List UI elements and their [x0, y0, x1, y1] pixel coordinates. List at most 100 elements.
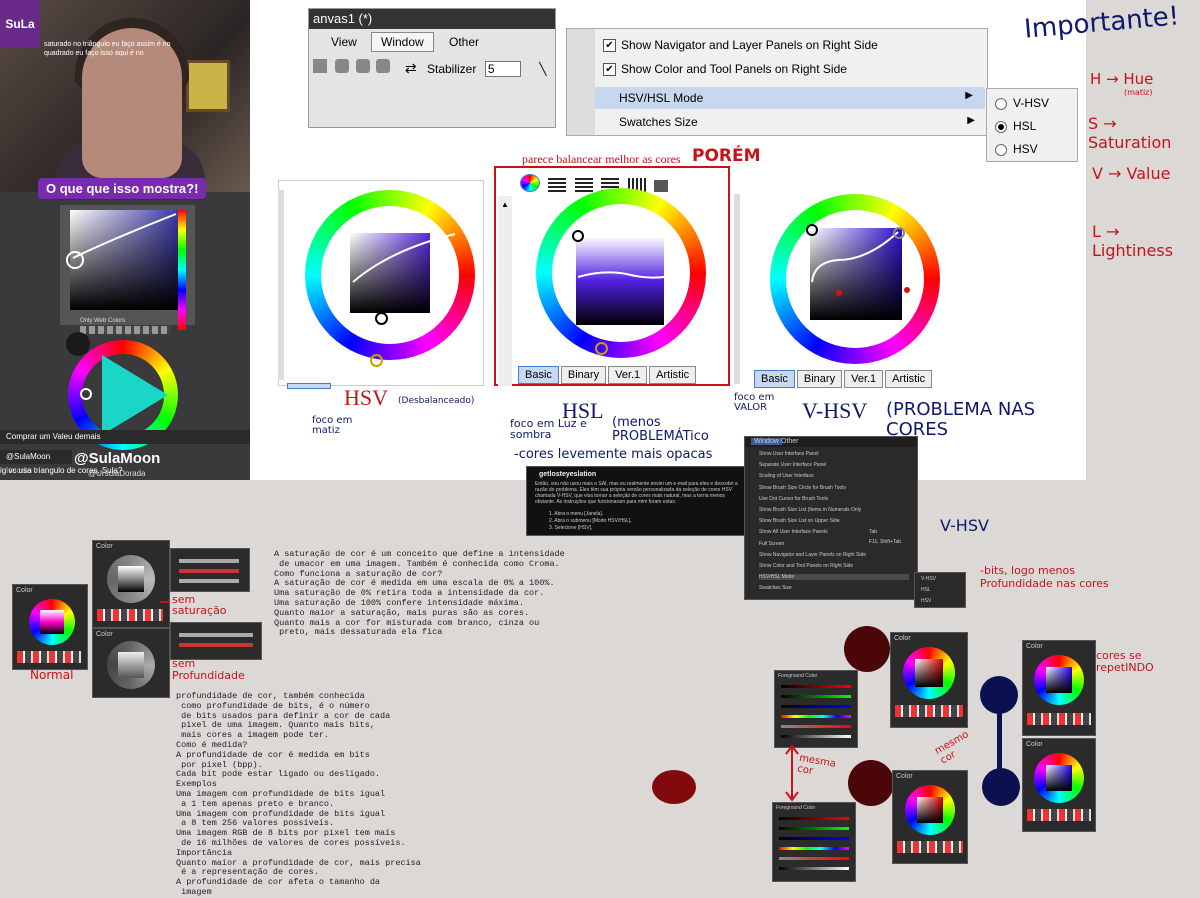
dark-menu-item[interactable]: Swatches Size: [759, 585, 792, 591]
dark-menu-item[interactable]: Scaling of User Interface: [759, 473, 814, 479]
panel-scrollbar[interactable]: ▲: [498, 196, 512, 386]
submenu-vhsv[interactable]: V-HSV: [995, 96, 1049, 110]
menu-other[interactable]: Other: [449, 35, 479, 49]
swatches[interactable]: [895, 705, 963, 717]
dark-menu-item[interactable]: Show Navigator and Layer Panels on Right…: [759, 552, 866, 558]
panel-scrollbar[interactable]: [734, 194, 740, 384]
dark-menu-item[interactable]: Separate User Interface Panel: [759, 462, 826, 468]
slider-track[interactable]: [179, 559, 239, 563]
menu-item-nav-layer-right[interactable]: ✔ Show Navigator and Layer Panels on Righ…: [603, 38, 878, 53]
swatches[interactable]: [897, 841, 963, 853]
fg-dialog-title: Foreground Color: [776, 805, 816, 811]
normal-sv-square[interactable]: [40, 610, 64, 634]
dark-menu-item[interactable]: Show Color and Tool Panels on Right Side: [759, 563, 853, 569]
tab-ver1[interactable]: Ver.1: [844, 370, 884, 388]
slider-track[interactable]: [179, 633, 253, 637]
menu-item-swatches-size[interactable]: Swatches Size: [619, 115, 698, 129]
fg-slider[interactable]: [781, 705, 851, 708]
rgb-slider-icon[interactable]: [574, 178, 593, 192]
blue-hue-wheel[interactable]: [1034, 655, 1084, 705]
dark-menu-item[interactable]: Use Dot Cursor for Brush Tools: [759, 496, 828, 502]
fg-slider[interactable]: [779, 867, 849, 870]
reset-icon[interactable]: [355, 59, 370, 73]
panel-scrollbar[interactable]: [278, 190, 284, 380]
fg-slider[interactable]: [779, 857, 849, 860]
line-tool-icon[interactable]: ╲: [539, 62, 546, 76]
swatches[interactable]: [1027, 809, 1091, 821]
tool-button[interactable]: [313, 59, 327, 73]
wheel-mode-icon[interactable]: [520, 174, 540, 192]
scroll-up-icon[interactable]: ▲: [501, 200, 509, 209]
gray-sv-square-2[interactable]: [118, 652, 144, 678]
fg-slider[interactable]: [779, 847, 849, 850]
dark-menu-item[interactable]: Show Brush Size List on Upper Side: [759, 518, 840, 524]
fg-slider[interactable]: [781, 735, 851, 738]
hue-strip[interactable]: [178, 210, 186, 330]
swatch-row[interactable]: [80, 326, 170, 334]
color-triangle[interactable]: [102, 355, 168, 435]
tab-basic[interactable]: [287, 383, 331, 389]
red-hue-wheel-2[interactable]: [905, 785, 955, 835]
tab-ver1[interactable]: Ver.1: [608, 366, 648, 384]
fg-slider[interactable]: [781, 725, 851, 728]
red-hue-wheel[interactable]: [903, 647, 955, 699]
dark-sub-vhsv[interactable]: V-HSV: [921, 576, 936, 582]
tab-basic[interactable]: Basic: [754, 370, 795, 388]
dark-menu-item[interactable]: Show Brush Size List (Items in Numerals …: [759, 507, 861, 513]
tab-basic[interactable]: Basic: [518, 366, 559, 384]
menu-item-hsv-hsl-mode[interactable]: HSV/HSL Mode ▶: [595, 87, 985, 109]
menu-window[interactable]: Window: [371, 32, 434, 52]
dark-sub-hsv[interactable]: HSV: [921, 598, 931, 604]
vhsv-sv-handle[interactable]: [806, 224, 818, 236]
dark-menu-window[interactable]: Window: [751, 438, 782, 445]
menu-item-color-tool-right[interactable]: ✔ Show Color and Tool Panels on Right Sid…: [603, 62, 847, 77]
tab-artistic[interactable]: Artistic: [649, 366, 697, 384]
dark-menu-other[interactable]: Other: [781, 438, 799, 445]
hsl-sl-handle[interactable]: [572, 230, 584, 242]
fg-slider[interactable]: [781, 685, 851, 688]
dark-sub-hsl[interactable]: HSL: [921, 587, 931, 593]
submenu-hsl[interactable]: HSL: [995, 119, 1036, 133]
dark-menu-item[interactable]: Full Screen: [759, 541, 784, 547]
hsv-hue-handle[interactable]: [370, 354, 383, 367]
normal-hue-wheel[interactable]: [29, 599, 75, 645]
scratchpad-icon[interactable]: [654, 180, 669, 192]
tab-binary[interactable]: Binary: [796, 370, 843, 388]
flip-icon[interactable]: ⇄: [405, 60, 417, 76]
fg-slider[interactable]: [779, 827, 849, 830]
red-sv-square[interactable]: [915, 659, 943, 687]
blue-sv-square[interactable]: [1046, 667, 1072, 693]
swatches[interactable]: [1027, 713, 1091, 725]
gray-sv-square[interactable]: [118, 566, 144, 592]
dark-menu-item[interactable]: Show All User Interface Panels: [759, 529, 828, 535]
submenu-hsv[interactable]: HSV: [995, 142, 1038, 156]
red-sv-square-2[interactable]: [917, 797, 943, 823]
hsl-hue-handle[interactable]: [595, 342, 608, 355]
fg-slider[interactable]: [779, 837, 849, 840]
hsv-sv-handle[interactable]: [375, 312, 388, 325]
triangle-handle[interactable]: [80, 388, 92, 400]
slider-track[interactable]: [179, 643, 253, 647]
vhsv-hue-handle[interactable]: [893, 227, 905, 239]
dark-menu-item[interactable]: HSV/HSL Mode: [759, 574, 909, 581]
rotate-right-icon[interactable]: [376, 59, 391, 73]
sv-handle[interactable]: [66, 251, 84, 269]
rotate-left-icon[interactable]: [335, 59, 350, 73]
slider-track[interactable]: [179, 569, 239, 573]
slider-track[interactable]: [179, 579, 239, 583]
fg-slider[interactable]: [781, 695, 851, 698]
slider-mode-icon[interactable]: [548, 178, 567, 192]
blue-sv-square-2[interactable]: [1046, 765, 1072, 791]
dark-menu-item[interactable]: Show User Interface Panel: [759, 451, 818, 457]
redeem-bar: Comprar um Valeu demais: [0, 430, 250, 444]
normal-swatches[interactable]: [17, 651, 81, 663]
tab-artistic[interactable]: Artistic: [885, 370, 933, 388]
fg-slider[interactable]: [779, 817, 849, 820]
fg-slider[interactable]: [781, 715, 851, 718]
stabilizer-select[interactable]: 5: [484, 61, 521, 77]
menu-view[interactable]: View: [331, 35, 357, 49]
note-foco-matiz: foco em matiz: [312, 415, 353, 436]
tab-binary[interactable]: Binary: [560, 366, 607, 384]
blue-hue-wheel-2[interactable]: [1034, 753, 1084, 803]
dark-menu-item[interactable]: Show Brush Size Circle for Brush Tools: [759, 485, 846, 491]
